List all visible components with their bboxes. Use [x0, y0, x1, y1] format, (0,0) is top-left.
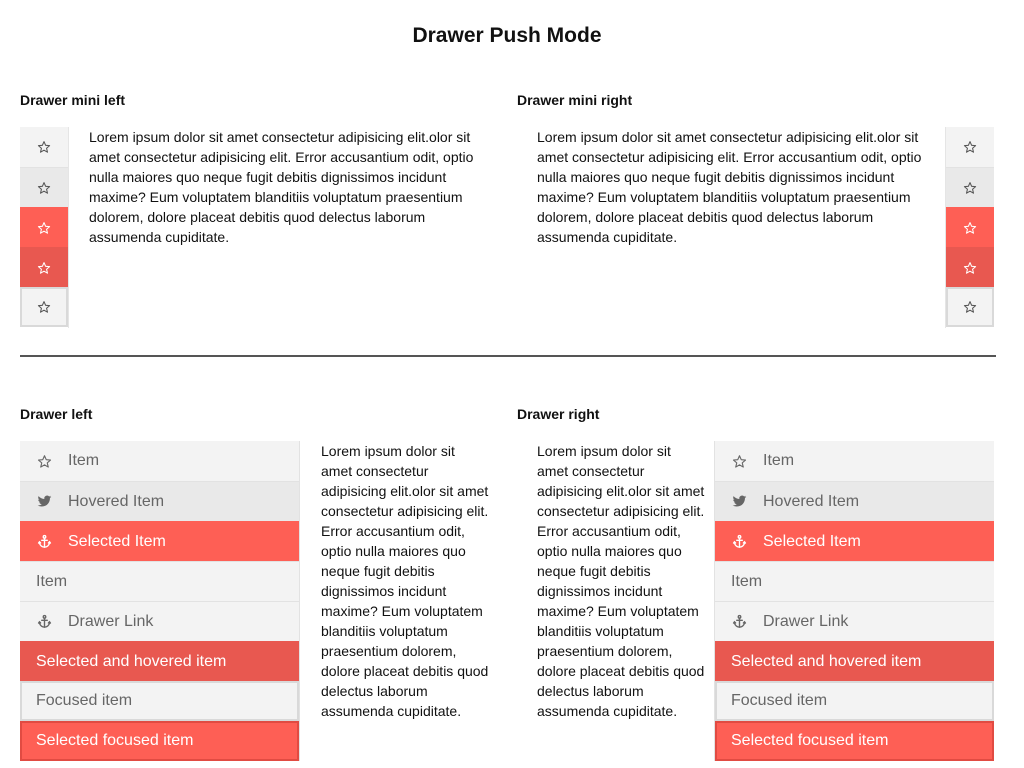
lorem-text-mini-right: Lorem ipsum dolor sit amet consectetur a…	[537, 129, 922, 245]
drawer-right-item[interactable]: Selected Item	[715, 521, 994, 561]
drawer-item-label: Selected and hovered item	[731, 652, 922, 670]
drawer-left-item[interactable]: Focused item	[20, 681, 299, 721]
mini-drawer-left-item[interactable]	[20, 247, 68, 287]
anchor-icon	[731, 614, 747, 630]
star-icon	[36, 453, 52, 469]
mini-drawer-right-item[interactable]	[946, 127, 994, 167]
drawer-right-item[interactable]: Item	[715, 561, 994, 601]
star-icon	[37, 300, 51, 314]
lorem-text-drawer-right: Lorem ipsum dolor sit amet consectetur a…	[537, 443, 705, 719]
section-divider	[20, 355, 996, 357]
drawer-item-label: Selected focused item	[36, 732, 194, 749]
star-icon	[963, 221, 977, 235]
mini-drawer-left-item[interactable]	[20, 207, 68, 247]
drawer-item-label: Focused item	[731, 692, 828, 709]
drawer-left-item[interactable]: Hovered Item	[20, 481, 299, 521]
drawer-right-item[interactable]: Hovered Item	[715, 481, 994, 521]
drawer-left-item[interactable]: Drawer Link	[20, 601, 299, 641]
section-title-mini-left: Drawer mini left	[20, 92, 126, 108]
star-icon	[37, 181, 51, 195]
star-icon	[37, 261, 51, 275]
anchor-icon	[36, 614, 52, 630]
twitter-icon	[731, 494, 747, 510]
drawer-item-label: Item	[68, 452, 100, 469]
drawer-left-item[interactable]: Item	[20, 441, 299, 481]
drawer-left-item[interactable]: Selected Item	[20, 521, 299, 561]
drawer-item-label: Hovered Item	[68, 492, 165, 510]
star-icon	[37, 221, 51, 235]
twitter-icon	[36, 494, 52, 510]
drawer-right: Item Hovered Item Selected Item Item Drawer …	[714, 441, 994, 761]
mini-drawer-left-item[interactable]	[20, 127, 68, 167]
mini-drawer-left-item[interactable]	[20, 287, 68, 327]
drawer-item-label: Focused item	[36, 692, 133, 709]
section-title-drawer-right: Drawer right	[517, 406, 600, 422]
drawer-left-item[interactable]: Selected focused item	[20, 721, 299, 761]
mini-drawer-left-item[interactable]	[20, 167, 68, 207]
drawer-right-item[interactable]: Item	[715, 441, 994, 481]
drawer-right-item[interactable]: Selected and hovered item	[715, 641, 994, 681]
drawer-left-item[interactable]: Selected and hovered item	[20, 641, 299, 681]
section-title-drawer-left: Drawer left	[20, 406, 93, 422]
lorem-text-mini-left: Lorem ipsum dolor sit amet consectetur a…	[89, 129, 474, 245]
drawer-left-item[interactable]: Item	[20, 561, 299, 601]
mini-drawer-right	[945, 127, 994, 328]
drawer-item-label: Item	[36, 572, 68, 590]
section-title-mini-right: Drawer mini right	[517, 92, 633, 108]
star-icon	[963, 181, 977, 195]
drawer-item-label: Hovered Item	[763, 492, 860, 510]
drawer-right-item[interactable]: Focused item	[715, 681, 994, 721]
anchor-icon	[731, 534, 747, 550]
mini-drawer-right-item[interactable]	[946, 287, 994, 327]
drawer-item-label: Selected and hovered item	[36, 652, 227, 670]
drawer-left: Item Hovered Item Selected Item Item Drawer …	[20, 441, 300, 761]
page-title: Drawer Push Mode	[412, 24, 602, 47]
drawer-item-label: Selected Item	[763, 532, 861, 550]
star-icon	[963, 300, 977, 314]
mini-drawer-right-item[interactable]	[946, 167, 994, 207]
drawer-item-label: Selected focused item	[731, 732, 889, 749]
star-icon	[963, 261, 977, 275]
drawer-item-label: Drawer Link	[763, 612, 849, 630]
drawer-item-label: Item	[731, 572, 763, 590]
star-icon	[731, 453, 747, 469]
drawer-item-label: Selected Item	[68, 532, 166, 550]
drawer-item-label: Item	[763, 452, 795, 469]
drawer-item-label: Drawer Link	[68, 612, 154, 630]
drawer-right-item[interactable]: Selected focused item	[715, 721, 994, 761]
star-icon	[37, 140, 51, 154]
anchor-icon	[36, 534, 52, 550]
mini-drawer-right-item[interactable]	[946, 207, 994, 247]
mini-drawer-left	[20, 127, 69, 328]
mini-drawer-right-item[interactable]	[946, 247, 994, 287]
star-icon	[963, 140, 977, 154]
lorem-text-drawer-left: Lorem ipsum dolor sit amet consectetur a…	[321, 443, 489, 719]
drawer-right-item[interactable]: Drawer Link	[715, 601, 994, 641]
